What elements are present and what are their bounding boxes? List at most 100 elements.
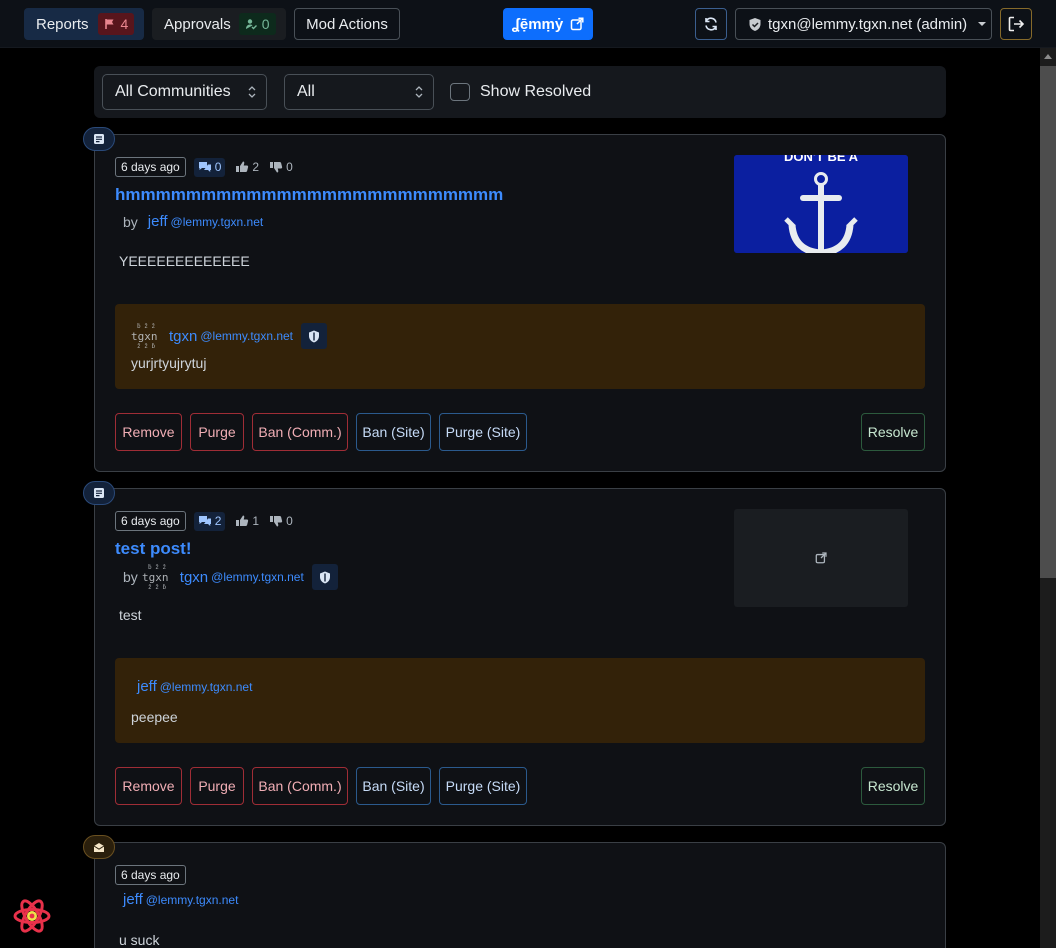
svg-text:ẑ ẑ ḃ: ẑ ẑ ḃ bbox=[137, 343, 155, 350]
scroll-up-arrow-icon[interactable] bbox=[1044, 54, 1052, 59]
svg-text:ẑ ẑ ḃ: ẑ ẑ ḃ bbox=[148, 584, 166, 591]
envelope-icon bbox=[93, 842, 105, 852]
by-label: by bbox=[123, 569, 138, 585]
user-check-icon bbox=[245, 19, 257, 30]
resolve-button[interactable]: Resolve bbox=[861, 413, 925, 451]
mod-actions-label: Mod Actions bbox=[306, 15, 388, 33]
comment-count: 0 bbox=[193, 157, 226, 177]
logout-button[interactable] bbox=[1000, 8, 1032, 40]
approvals-count-badge: 0 bbox=[238, 13, 276, 35]
ban-community-button[interactable]: Ban (Comm.) bbox=[252, 413, 348, 451]
post-icon bbox=[94, 488, 104, 498]
flag-icon bbox=[104, 19, 114, 29]
shield-icon bbox=[319, 571, 330, 583]
downvote-count: 0 bbox=[269, 514, 293, 528]
show-resolved-checkbox[interactable] bbox=[450, 83, 470, 101]
purge-site-button[interactable]: Purge (Site) bbox=[439, 767, 527, 805]
instance-link-label: ʆẹ̄mṃẏ bbox=[511, 15, 564, 33]
reports-tab[interactable]: Reports 4 bbox=[24, 8, 144, 40]
avatar[interactable]: tgxn ḃ ẑ ẑ ẑ ẑ ḃ bbox=[142, 563, 178, 591]
type-select-value: All bbox=[297, 83, 315, 100]
author-instance: @lemmy.tgxn.net bbox=[211, 570, 304, 584]
post-title-link[interactable]: test post! bbox=[115, 539, 192, 559]
community-select-value: All Communities bbox=[115, 83, 231, 100]
svg-text:tgxn: tgxn bbox=[142, 571, 169, 584]
comments-icon bbox=[198, 162, 211, 172]
reports-tab-label: Reports bbox=[36, 15, 89, 33]
refresh-icon bbox=[705, 17, 717, 31]
post-title-link[interactable]: hmmmmmmmmmmmmmmmmmmmmmmmmm bbox=[115, 185, 503, 205]
post-link-thumbnail[interactable] bbox=[734, 509, 908, 607]
message-body: u suck bbox=[119, 932, 160, 948]
post-body: test bbox=[119, 607, 142, 623]
time-ago: 6 days ago bbox=[115, 157, 186, 177]
report-reason: yurjrtyujrytuj bbox=[131, 355, 207, 371]
reports-count-badge: 4 bbox=[97, 13, 135, 35]
svg-text:ḃ ẑ ẑ: ḃ ẑ ẑ bbox=[137, 323, 155, 330]
shield-icon bbox=[309, 330, 320, 342]
purge-button[interactable]: Purge bbox=[190, 767, 244, 805]
thumbs-up-icon bbox=[236, 515, 249, 526]
approvals-tab-label: Approvals bbox=[164, 15, 231, 33]
ban-site-button[interactable]: Ban (Site) bbox=[356, 413, 431, 451]
post-icon bbox=[94, 134, 104, 144]
downvote-count: 0 bbox=[269, 160, 293, 174]
thumbnail-caption: DON'T BE A bbox=[784, 155, 859, 164]
purge-button[interactable]: Purge bbox=[190, 413, 244, 451]
report-card: 6 days ago 0 2 0 hmmmmmmmmmmmmmmmmmmmmmm… bbox=[94, 134, 946, 472]
time-ago: 6 days ago bbox=[115, 511, 186, 531]
author-link[interactable]: jeff bbox=[148, 213, 168, 230]
svg-text:tgxn: tgxn bbox=[131, 330, 158, 343]
message-report-type-badge bbox=[83, 835, 115, 859]
avatar[interactable]: tgxn ḃ ẑ ẑ ẑ ẑ ḃ bbox=[131, 322, 167, 350]
show-resolved-label[interactable]: Show Resolved bbox=[480, 83, 591, 101]
time-ago: 6 days ago bbox=[115, 865, 186, 885]
report-byline: jeff @lemmy.tgxn.net bbox=[137, 678, 252, 695]
anchor-image: DON'T BE A bbox=[734, 155, 908, 253]
post-meta: 6 days ago 0 2 0 bbox=[115, 157, 293, 177]
purge-site-button[interactable]: Purge (Site) bbox=[439, 413, 527, 451]
select-arrows-icon bbox=[415, 86, 423, 98]
post-report-type-badge bbox=[83, 127, 115, 151]
instance-link-button[interactable]: ʆẹ̄mṃẏ bbox=[503, 8, 593, 40]
top-navbar: Reports 4 Approvals 0 Mod Actions ʆẹ̄mṃẏ… bbox=[0, 0, 1056, 48]
post-report-type-badge bbox=[83, 481, 115, 505]
comments-icon bbox=[198, 516, 211, 526]
upvote-count: 1 bbox=[235, 514, 259, 528]
user-menu-dropdown[interactable]: tgxn@lemmy.tgxn.net (admin) bbox=[735, 8, 992, 40]
admin-badge bbox=[301, 323, 328, 349]
filter-bar: All Communities All Show Resolved bbox=[94, 66, 946, 118]
select-arrows-icon bbox=[248, 86, 256, 98]
report-reason: peepee bbox=[131, 709, 178, 725]
report-author-link[interactable]: tgxn bbox=[169, 328, 197, 345]
community-select[interactable]: All Communities bbox=[102, 74, 267, 110]
report-author-instance: @lemmy.tgxn.net bbox=[159, 679, 253, 694]
by-label: by bbox=[123, 213, 138, 230]
remove-button[interactable]: Remove bbox=[115, 413, 182, 451]
author-link[interactable]: jeff bbox=[123, 891, 143, 908]
refresh-button[interactable] bbox=[695, 8, 727, 40]
approvals-tab[interactable]: Approvals 0 bbox=[152, 8, 286, 40]
author-link[interactable]: tgxn bbox=[180, 569, 208, 586]
caret-down-icon bbox=[978, 22, 987, 26]
user-label: tgxn@lemmy.tgxn.net (admin) bbox=[768, 15, 968, 33]
ban-site-button[interactable]: Ban (Site) bbox=[356, 767, 431, 805]
report-author-link[interactable]: jeff bbox=[137, 678, 157, 695]
report-byline: tgxn ḃ ẑ ẑẑ ẑ ḃ tgxn @lemmy.tgxn.net bbox=[131, 322, 328, 350]
svg-text:ḃ ẑ ẑ: ḃ ẑ ẑ bbox=[148, 564, 166, 571]
mod-actions-button[interactable]: Mod Actions bbox=[294, 8, 400, 40]
logout-icon bbox=[1008, 16, 1025, 32]
remove-button[interactable]: Remove bbox=[115, 767, 182, 805]
resolve-button[interactable]: Resolve bbox=[861, 767, 925, 805]
type-select[interactable]: All bbox=[284, 74, 434, 110]
ban-community-button[interactable]: Ban (Comm.) bbox=[252, 767, 348, 805]
react-devtools-icon[interactable] bbox=[12, 896, 52, 936]
post-thumbnail[interactable]: DON'T BE A bbox=[734, 155, 908, 253]
comment-count: 2 bbox=[193, 511, 226, 531]
scrollbar-thumb[interactable] bbox=[1040, 66, 1056, 578]
report-card: 6 days ago 2 1 0 test post! by tgxn ḃ ẑ ẑ… bbox=[94, 488, 946, 826]
message-meta: 6 days ago bbox=[115, 865, 186, 885]
post-byline: by tgxn ḃ ẑ ẑẑ ẑ ḃ tgxn @lemmy.tgxn.net bbox=[123, 563, 338, 591]
thumbs-up-icon bbox=[236, 161, 249, 172]
author-instance: @lemmy.tgxn.net bbox=[170, 214, 264, 229]
